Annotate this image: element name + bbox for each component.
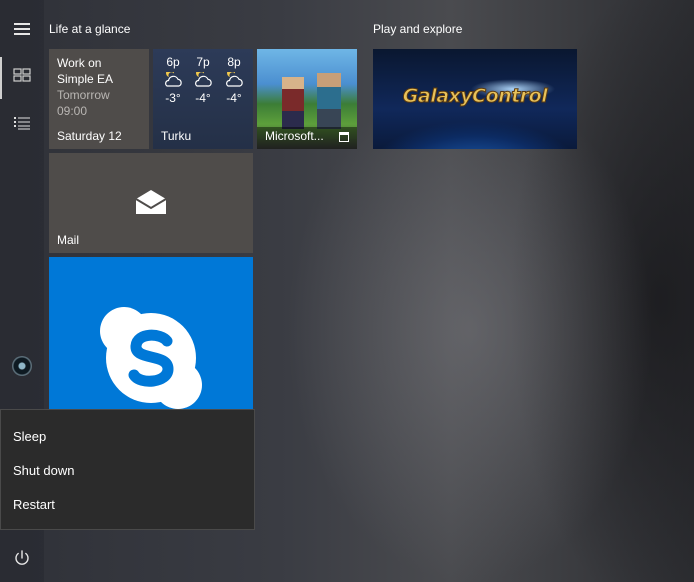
forecast-time: 8p — [227, 55, 241, 69]
weather-tile[interactable]: 6p -3° 7p -4° 8p -4° Turku — [153, 49, 253, 149]
game-character-image — [317, 73, 341, 129]
game-character-image — [282, 77, 304, 129]
weather-city: Turku — [161, 129, 192, 143]
galaxy-control-logo: GalaxyControl — [402, 85, 548, 108]
calendar-event: Work on Simple EA Tomorrow 09:00 — [57, 55, 145, 119]
forecast-hour: 7p -4° — [188, 55, 218, 105]
user-account-button[interactable] — [0, 346, 44, 386]
forecast-temp: -3° — [165, 91, 181, 105]
shut-down-menu-item[interactable]: Shut down — [1, 453, 254, 487]
tiles-icon — [13, 68, 31, 82]
power-options-menu: Sleep Shut down Restart — [0, 409, 255, 530]
sleep-menu-item[interactable]: Sleep — [1, 419, 254, 453]
all-apps-list-icon — [14, 117, 30, 130]
forecast-hour: 6p -3° — [158, 55, 188, 105]
store-bag-icon — [339, 132, 349, 142]
power-button[interactable] — [0, 538, 44, 578]
partly-cloudy-night-icon — [226, 72, 243, 87]
forecast-temp: -4° — [195, 91, 211, 105]
hamburger-icon — [14, 24, 30, 34]
group-title-life-at-a-glance[interactable]: Life at a glance — [49, 22, 130, 36]
partly-cloudy-night-icon — [165, 72, 182, 87]
expand-menu-button[interactable] — [0, 9, 44, 49]
galaxy-control-tile[interactable]: GalaxyControl — [373, 49, 577, 149]
skype-tile[interactable] — [49, 257, 253, 409]
event-time: 09:00 — [57, 104, 88, 118]
mail-label: Mail — [57, 233, 80, 247]
pinned-tiles-button[interactable] — [0, 55, 44, 99]
event-title-line1: Work on — [57, 56, 102, 70]
forecast-time: 6p — [166, 55, 180, 69]
calendar-tile[interactable]: Work on Simple EA Tomorrow 09:00 Saturda… — [49, 49, 149, 149]
group-title-play-and-explore[interactable]: Play and explore — [373, 22, 462, 36]
restart-menu-item[interactable]: Restart — [1, 487, 254, 521]
mail-tile[interactable]: Mail — [49, 153, 253, 253]
all-apps-button[interactable] — [0, 103, 44, 143]
skype-icon — [100, 307, 202, 409]
forecast-temp: -4° — [226, 91, 242, 105]
power-icon — [15, 550, 29, 565]
user-avatar — [12, 356, 32, 376]
roblox-label: Microsoft... — [265, 129, 324, 143]
forecast-hour: 8p -4° — [219, 55, 249, 105]
calendar-date: Saturday 12 — [57, 129, 122, 143]
selection-indicator — [0, 57, 2, 99]
partly-cloudy-night-icon — [195, 72, 212, 87]
envelope-icon — [135, 190, 167, 214]
roblox-tile[interactable]: Microsoft... — [257, 49, 357, 149]
event-title-line2: Simple EA — [57, 72, 114, 86]
event-day: Tomorrow — [57, 88, 110, 102]
forecast-time: 7p — [196, 55, 210, 69]
